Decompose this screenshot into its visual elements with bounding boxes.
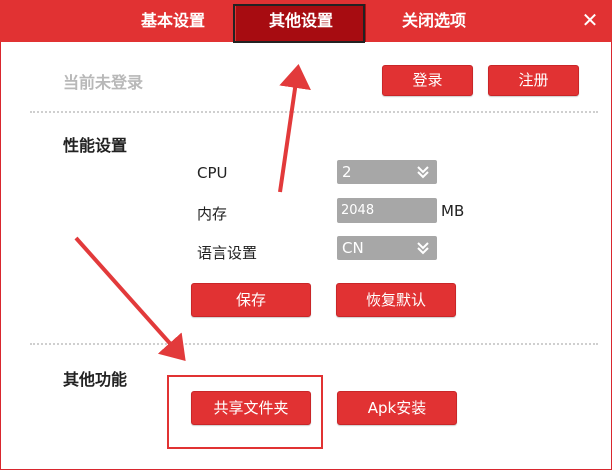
register-button[interactable]: 注册 (488, 65, 579, 96)
save-button[interactable]: 保存 (191, 283, 311, 317)
cpu-select[interactable]: 2 (337, 160, 437, 184)
language-select[interactable]: CN (337, 236, 437, 260)
share-folder-button[interactable]: 共享文件夹 (191, 391, 311, 425)
tab-bar: 基本设置 其他设置 关闭选项 ✕ (0, 0, 612, 42)
double-chevron-down-icon (417, 242, 429, 255)
cpu-label: CPU (197, 164, 228, 182)
other-functions-section-title: 其他功能 (63, 370, 128, 389)
tab-other-settings[interactable]: 其他设置 (236, 4, 366, 42)
tab-basic-settings[interactable]: 基本设置 (118, 0, 228, 42)
cpu-select-value: 2 (342, 163, 352, 181)
close-icon[interactable]: ✕ (578, 8, 602, 32)
apk-install-button[interactable]: Apk安装 (337, 391, 457, 425)
memory-input[interactable]: 2048 (337, 198, 437, 223)
login-status: 当前未登录 (63, 73, 144, 92)
tab-close-options[interactable]: 关闭选项 (384, 0, 484, 42)
divider (30, 111, 598, 113)
performance-section-title: 性能设置 (63, 136, 128, 155)
double-chevron-down-icon (417, 166, 429, 179)
language-select-value: CN (342, 239, 364, 257)
restore-defaults-button[interactable]: 恢复默认 (336, 283, 456, 317)
memory-label: 内存 (197, 205, 228, 223)
language-label: 语言设置 (197, 244, 258, 262)
login-button[interactable]: 登录 (382, 65, 473, 96)
memory-unit: MB (441, 202, 465, 220)
divider (30, 343, 598, 345)
